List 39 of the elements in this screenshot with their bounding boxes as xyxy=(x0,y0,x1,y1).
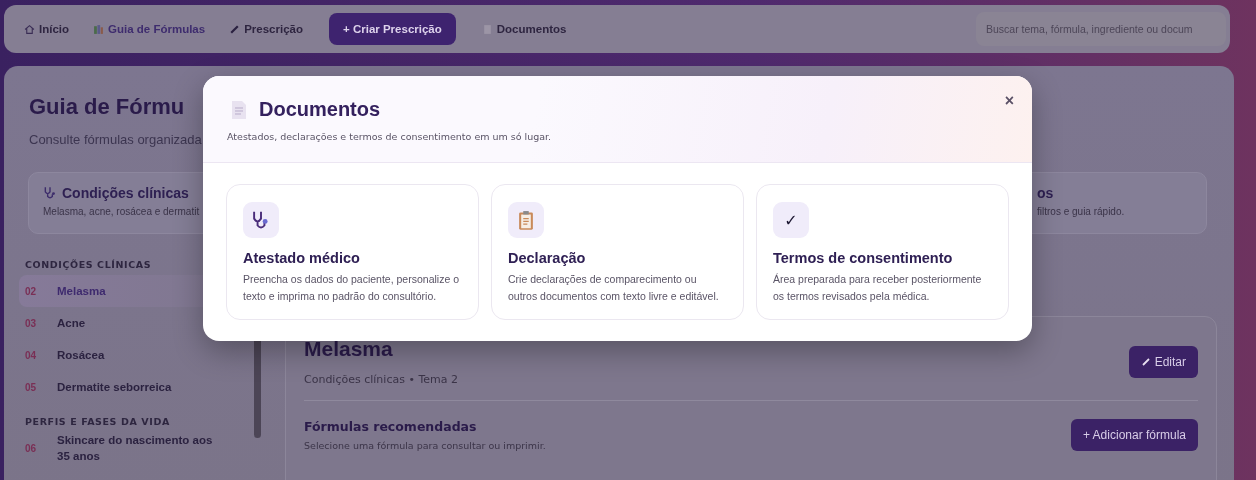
page-title: Guia de Fórmu xyxy=(29,94,186,120)
nav-tab[interactable]: Início xyxy=(14,15,80,43)
feature-card-title: Condições clínicas xyxy=(62,185,189,201)
stethoscope-icon xyxy=(43,186,57,200)
card-title: Termos de consentimento xyxy=(773,250,954,266)
card-description: Área preparada para receber posteriormente os termos revisados pela médica. xyxy=(773,272,983,304)
create-prescription-button[interactable]: + Criar Prescrição xyxy=(329,13,456,45)
nav-tab[interactable]: Documentos xyxy=(471,15,577,43)
card-description: Preencha os dados do paciente, personalize o texto e imprima no padrão do consultório. xyxy=(243,272,460,304)
edit-button[interactable]: Editar xyxy=(1128,345,1198,378)
dialog-title: Documentos xyxy=(259,98,381,121)
close-button[interactable]: × xyxy=(1000,90,1018,112)
card-title: Declaração xyxy=(508,250,587,266)
document-card[interactable]: Declaração Crie declarações de comparecimento ou outros documentos com texto livre e editável. xyxy=(491,184,744,320)
feature-card-text: Melasma, acne, rosácea e dermatit xyxy=(43,206,201,217)
sidebar-heading: CONDIÇÕES CLÍNICAS xyxy=(24,258,153,272)
feature-card-title: os xyxy=(1037,185,1054,201)
sidebar-item[interactable]: 04 Rosácea xyxy=(19,339,245,371)
page-subtitle: Consulte fórmulas organizada xyxy=(29,132,202,147)
dialog-subtitle: Atestados, declarações e termos de consentimento em um só lugar. xyxy=(227,131,553,142)
sidebar-item[interactable]: 05 Dermatite seborreica xyxy=(19,371,245,403)
card-title: Atestado médico xyxy=(243,250,361,266)
add-formula-button[interactable]: + Adicionar fórmula xyxy=(1070,419,1198,451)
search-field[interactable]: Buscar tema, fórmula, ingrediente ou docum xyxy=(976,12,1226,46)
feature-card-text: filtros e guia rápido. xyxy=(1037,206,1126,217)
nav-tab[interactable]: Prescrição xyxy=(219,15,313,43)
nav-tab[interactable]: Guia de Fórmulas xyxy=(83,15,216,43)
document-card[interactable]: Atestado médico Preencha os dados do paciente, personalize o texto e imprima no padrão do consultório. xyxy=(226,184,479,320)
section-title: Fórmulas recomendadas xyxy=(304,419,478,434)
topic-meta: Condições clínicas • Tema 2 xyxy=(304,373,458,386)
card-description: Crie declarações de comparecimento ou outros documentos com texto livre e editável. xyxy=(508,272,720,304)
books-icon xyxy=(93,23,105,35)
document-card[interactable]: ✓ Termos de consentimento Área preparada para receber posteriormente os termos revisados pela médica. xyxy=(756,184,1009,320)
home-icon xyxy=(24,23,35,35)
sidebar-heading: PERFIS E FASES DA VIDA xyxy=(24,415,171,429)
topic-title: Melasma xyxy=(304,337,394,361)
check-mark: ✓ xyxy=(784,210,798,230)
sidebar-item[interactable]: 06 Skincare do nascimento aos 35 anos xyxy=(19,432,245,464)
section-text: Selecione uma fórmula para consultar ou imprimir. xyxy=(304,440,546,451)
